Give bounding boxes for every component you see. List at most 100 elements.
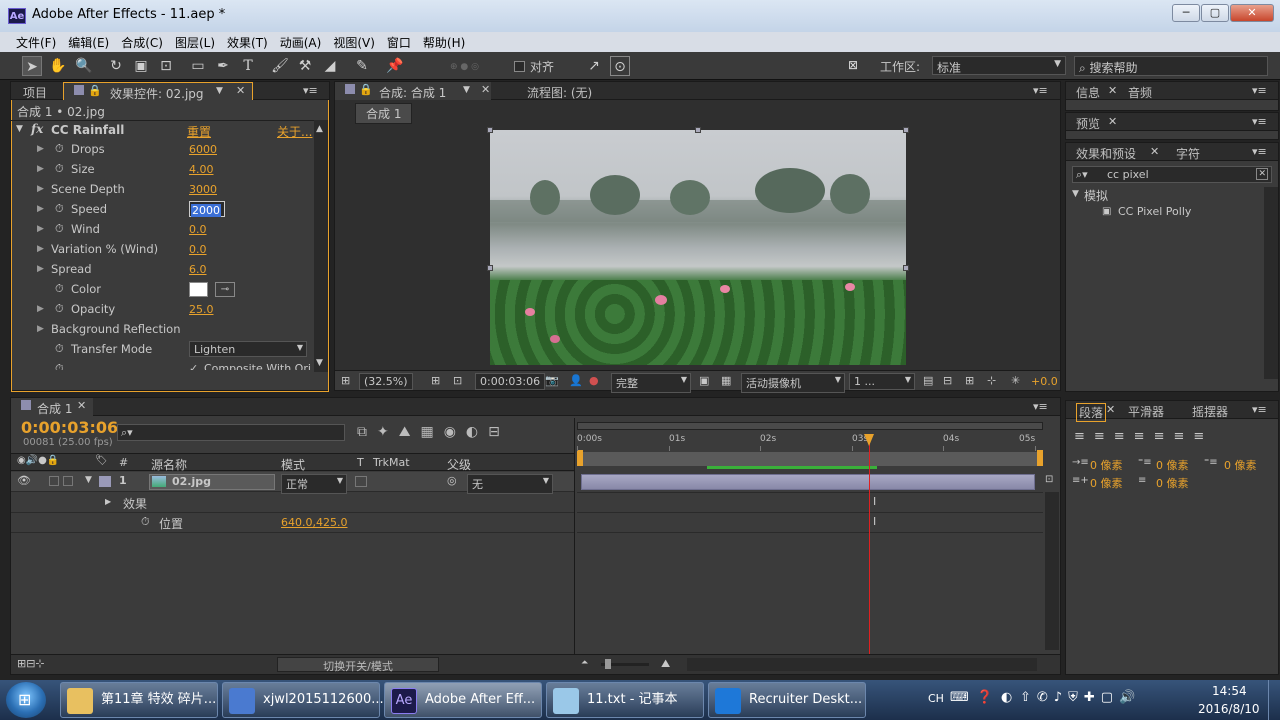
reset-link[interactable]: 重置	[187, 123, 211, 140]
snap-icon[interactable]: ↗	[584, 56, 604, 76]
property-row[interactable]: ▶ ⏱ Drops 6000	[11, 140, 314, 160]
property-row[interactable]: ⏱ Transfer Mode Lighten ▼	[11, 340, 314, 360]
col-source-name[interactable]: 源名称	[151, 456, 187, 473]
position-keyframe-icon[interactable]: I	[873, 515, 876, 528]
exposure-value[interactable]: +0.0	[1031, 375, 1058, 388]
parent-select[interactable]: 无 ▼	[467, 474, 553, 494]
taskbar-item-after-effects[interactable]: Ae Adobe After Eff...	[384, 682, 542, 718]
panel-menu-icon[interactable]: ▾≡	[1252, 145, 1267, 158]
puppet-pin-tool-icon[interactable]: 📌	[385, 56, 405, 76]
taskbar-item-recruiter[interactable]: Recruiter Deskt...	[708, 682, 866, 718]
playhead[interactable]	[869, 436, 870, 654]
property-value[interactable]: 4.00	[189, 163, 214, 176]
expand-triangle-icon[interactable]: ▼	[1072, 189, 1079, 199]
property-row[interactable]: ▶ Scene Depth 3000	[11, 180, 314, 200]
close-button[interactable]: ✕	[1230, 4, 1274, 22]
comp-button-icon[interactable]: ⊡	[1045, 474, 1053, 485]
clock-time[interactable]: 14:54	[1212, 684, 1247, 698]
always-preview-icon[interactable]: ⊞	[341, 374, 350, 387]
maximize-button[interactable]: ▢	[1201, 4, 1229, 22]
scroll-down-icon[interactable]: ▼	[316, 358, 323, 368]
color-swatch[interactable]	[189, 282, 208, 297]
property-value[interactable]: 6.0	[189, 263, 207, 276]
tab-project[interactable]: 项目	[23, 84, 47, 101]
timeline-timecode[interactable]: 0:00:03:06	[21, 418, 118, 437]
transform-handle[interactable]	[695, 127, 701, 133]
property-value[interactable]: 25.0	[189, 303, 214, 316]
tab-paragraph[interactable]: 段落	[1076, 403, 1107, 422]
tab-smoother[interactable]: 平滑器	[1128, 403, 1164, 420]
scrollbar[interactable]	[1264, 187, 1278, 379]
rectangle-tool-icon[interactable]: ▭	[188, 56, 208, 76]
close-tab-icon[interactable]: ✕	[1106, 403, 1115, 416]
property-value[interactable]: 3000	[189, 183, 217, 196]
toggle-pixel-icon[interactable]: ▤	[923, 374, 933, 387]
position-value[interactable]: 640.0,425.0	[281, 516, 347, 529]
eye-icon[interactable]: 👁	[17, 474, 31, 487]
tab-timeline[interactable]: 合成 1 ✕	[11, 398, 93, 416]
effects-search-input[interactable]: ⌕▾ cc pixel ✕	[1072, 166, 1272, 183]
show-snapshot-icon[interactable]: 👤	[569, 374, 583, 387]
minimize-button[interactable]: ─	[1172, 4, 1200, 22]
tab-effect-controls[interactable]: 🔒 效果控件: 02.jpg ▼ ✕	[63, 82, 253, 101]
space-after-value[interactable]: 0 像素	[1156, 475, 1189, 491]
eraser-tool-icon[interactable]: ◢	[320, 56, 340, 76]
exposure-icon[interactable]: ✳	[1011, 374, 1020, 387]
position-row[interactable]: ⏱ 位置 640.0,425.0	[11, 513, 574, 533]
expand-triangle-icon[interactable]: ▶	[37, 224, 44, 234]
taskbar-item-archive[interactable]: xjwl2015112600...	[222, 682, 384, 718]
tab-composition[interactable]: 🔒 合成: 合成 1 ▼ ✕	[335, 82, 491, 100]
transform-handle[interactable]	[487, 127, 493, 133]
menu-edit[interactable]: 编辑(E)	[62, 32, 115, 51]
layer-mode-select[interactable]: 正常 ▼	[281, 474, 347, 494]
panel-menu-icon[interactable]: ▾≡	[1252, 403, 1267, 416]
toggle-switches-button[interactable]: 切换开关/模式	[277, 657, 439, 673]
stopwatch-icon[interactable]: ⏱	[55, 142, 64, 156]
expand-triangle-icon[interactable]: ▶	[37, 204, 44, 214]
indent-right-value[interactable]: 0 像素	[1224, 457, 1257, 473]
text-tool-icon[interactable]: T	[238, 56, 258, 76]
close-tab-icon[interactable]: ✕	[481, 83, 490, 96]
pickwhip-icon[interactable]: ◎	[447, 474, 457, 487]
close-tab-icon[interactable]: ✕	[1108, 115, 1117, 128]
stopwatch-icon[interactable]: ⏱	[141, 515, 150, 529]
expand-triangle-icon[interactable]: ▶	[37, 264, 44, 274]
tab-flowchart[interactable]: 流程图: (无)	[527, 84, 592, 101]
timeline-switch-icons[interactable]: ⧉✦⛰▦◉◐⊟	[357, 424, 510, 440]
stopwatch-icon[interactable]: ⏱	[55, 222, 64, 236]
taskbar-item-notepad[interactable]: 11.txt - 记事本	[546, 682, 704, 718]
timeline-icon[interactable]: ⊞	[965, 374, 974, 387]
selection-tool-icon[interactable]: ➤	[22, 56, 42, 76]
category-simulation[interactable]: 模拟	[1084, 187, 1108, 204]
close-tab-icon[interactable]: ✕	[77, 399, 86, 412]
transform-handle[interactable]	[903, 127, 909, 133]
comp-flowchart-icon[interactable]: ⊹	[987, 374, 996, 387]
flowchart-icon[interactable]: ⊟	[943, 374, 952, 387]
panel-menu-icon[interactable]: ▾≡	[1252, 84, 1267, 97]
channel-icon[interactable]: ●	[589, 374, 599, 387]
stopwatch-icon[interactable]: ⏱	[55, 302, 64, 316]
property-row[interactable]: ▶ Background Reflection	[11, 320, 314, 340]
space-before-value[interactable]: 0 像素	[1090, 475, 1123, 491]
tab-effects-presets[interactable]: 效果和预设	[1076, 145, 1136, 162]
align-checkbox[interactable]	[514, 61, 525, 72]
expand-triangle-icon[interactable]: ▼	[85, 475, 92, 485]
composition-viewer[interactable]	[490, 130, 906, 365]
fast-preview-icon[interactable]: ▣	[699, 374, 709, 387]
zoom-in-icon[interactable]: ⛰	[661, 657, 670, 671]
property-row[interactable]: ▶ ⏱ Size 4.00	[11, 160, 314, 180]
work-area-start[interactable]	[577, 450, 583, 466]
property-value[interactable]: 0.0	[189, 243, 207, 256]
panel-menu-icon[interactable]: ▾≡	[1033, 400, 1048, 413]
menu-file[interactable]: 文件(F)	[10, 32, 62, 51]
camera-tool-icon[interactable]: ▣	[131, 56, 151, 76]
rotate-tool-icon[interactable]: ↻	[106, 56, 126, 76]
property-row[interactable]: ▶ ⏱ Speed 2000	[11, 200, 314, 220]
close-tab-icon[interactable]: ✕	[1108, 84, 1117, 97]
panel-menu-icon[interactable]: ▾≡	[303, 84, 318, 97]
expand-triangle-icon[interactable]: ▶	[37, 304, 44, 314]
property-row[interactable]: ⏱ Color ⊸	[11, 280, 314, 300]
roto-brush-tool-icon[interactable]: ✎	[352, 56, 372, 76]
tab-wiggler[interactable]: 摇摆器	[1192, 403, 1228, 420]
resolution-icon[interactable]: ⊞	[431, 374, 440, 387]
